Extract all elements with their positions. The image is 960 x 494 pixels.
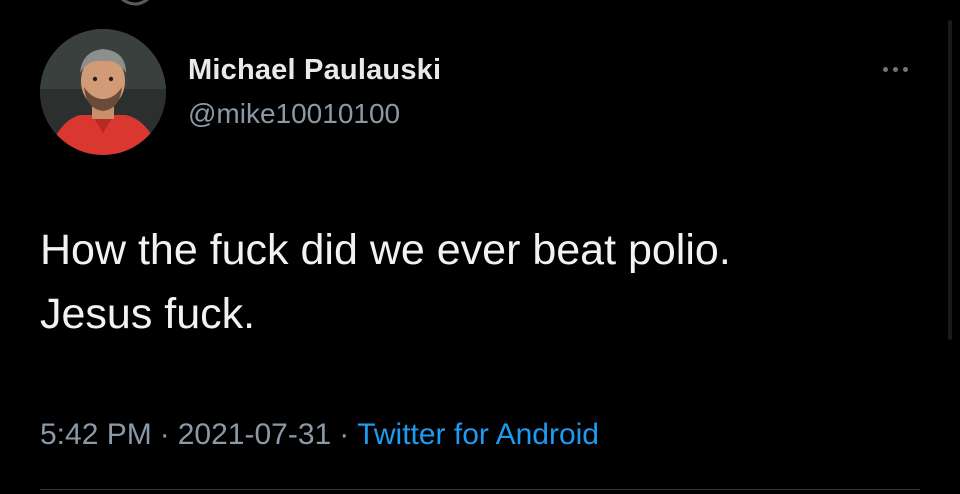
- tweet-meta: 5:42 PM · 2021-07-31 · Twitter for Android: [40, 418, 599, 452]
- tweet-date[interactable]: 2021-07-31: [178, 418, 331, 451]
- tweet-text: How the fuck did we ever beat polio. Jes…: [40, 226, 731, 338]
- scrollbar[interactable]: [948, 20, 952, 340]
- tweet-source-link[interactable]: Twitter for Android: [357, 418, 599, 451]
- tweet-time[interactable]: 5:42 PM: [40, 418, 152, 451]
- avatar[interactable]: [40, 29, 166, 155]
- top-edge-fragment: [120, 0, 150, 6]
- divider: [40, 489, 920, 490]
- more-options-icon[interactable]: [872, 56, 918, 82]
- avatar-image: [40, 29, 166, 155]
- tweet-card: Michael Paulauski @mike10010100 How the …: [0, 0, 960, 494]
- meta-separator: ·: [339, 418, 350, 451]
- author-name[interactable]: Michael Paulauski: [188, 54, 441, 87]
- author-handle[interactable]: @mike10010100: [188, 98, 400, 130]
- meta-separator: ·: [159, 418, 170, 451]
